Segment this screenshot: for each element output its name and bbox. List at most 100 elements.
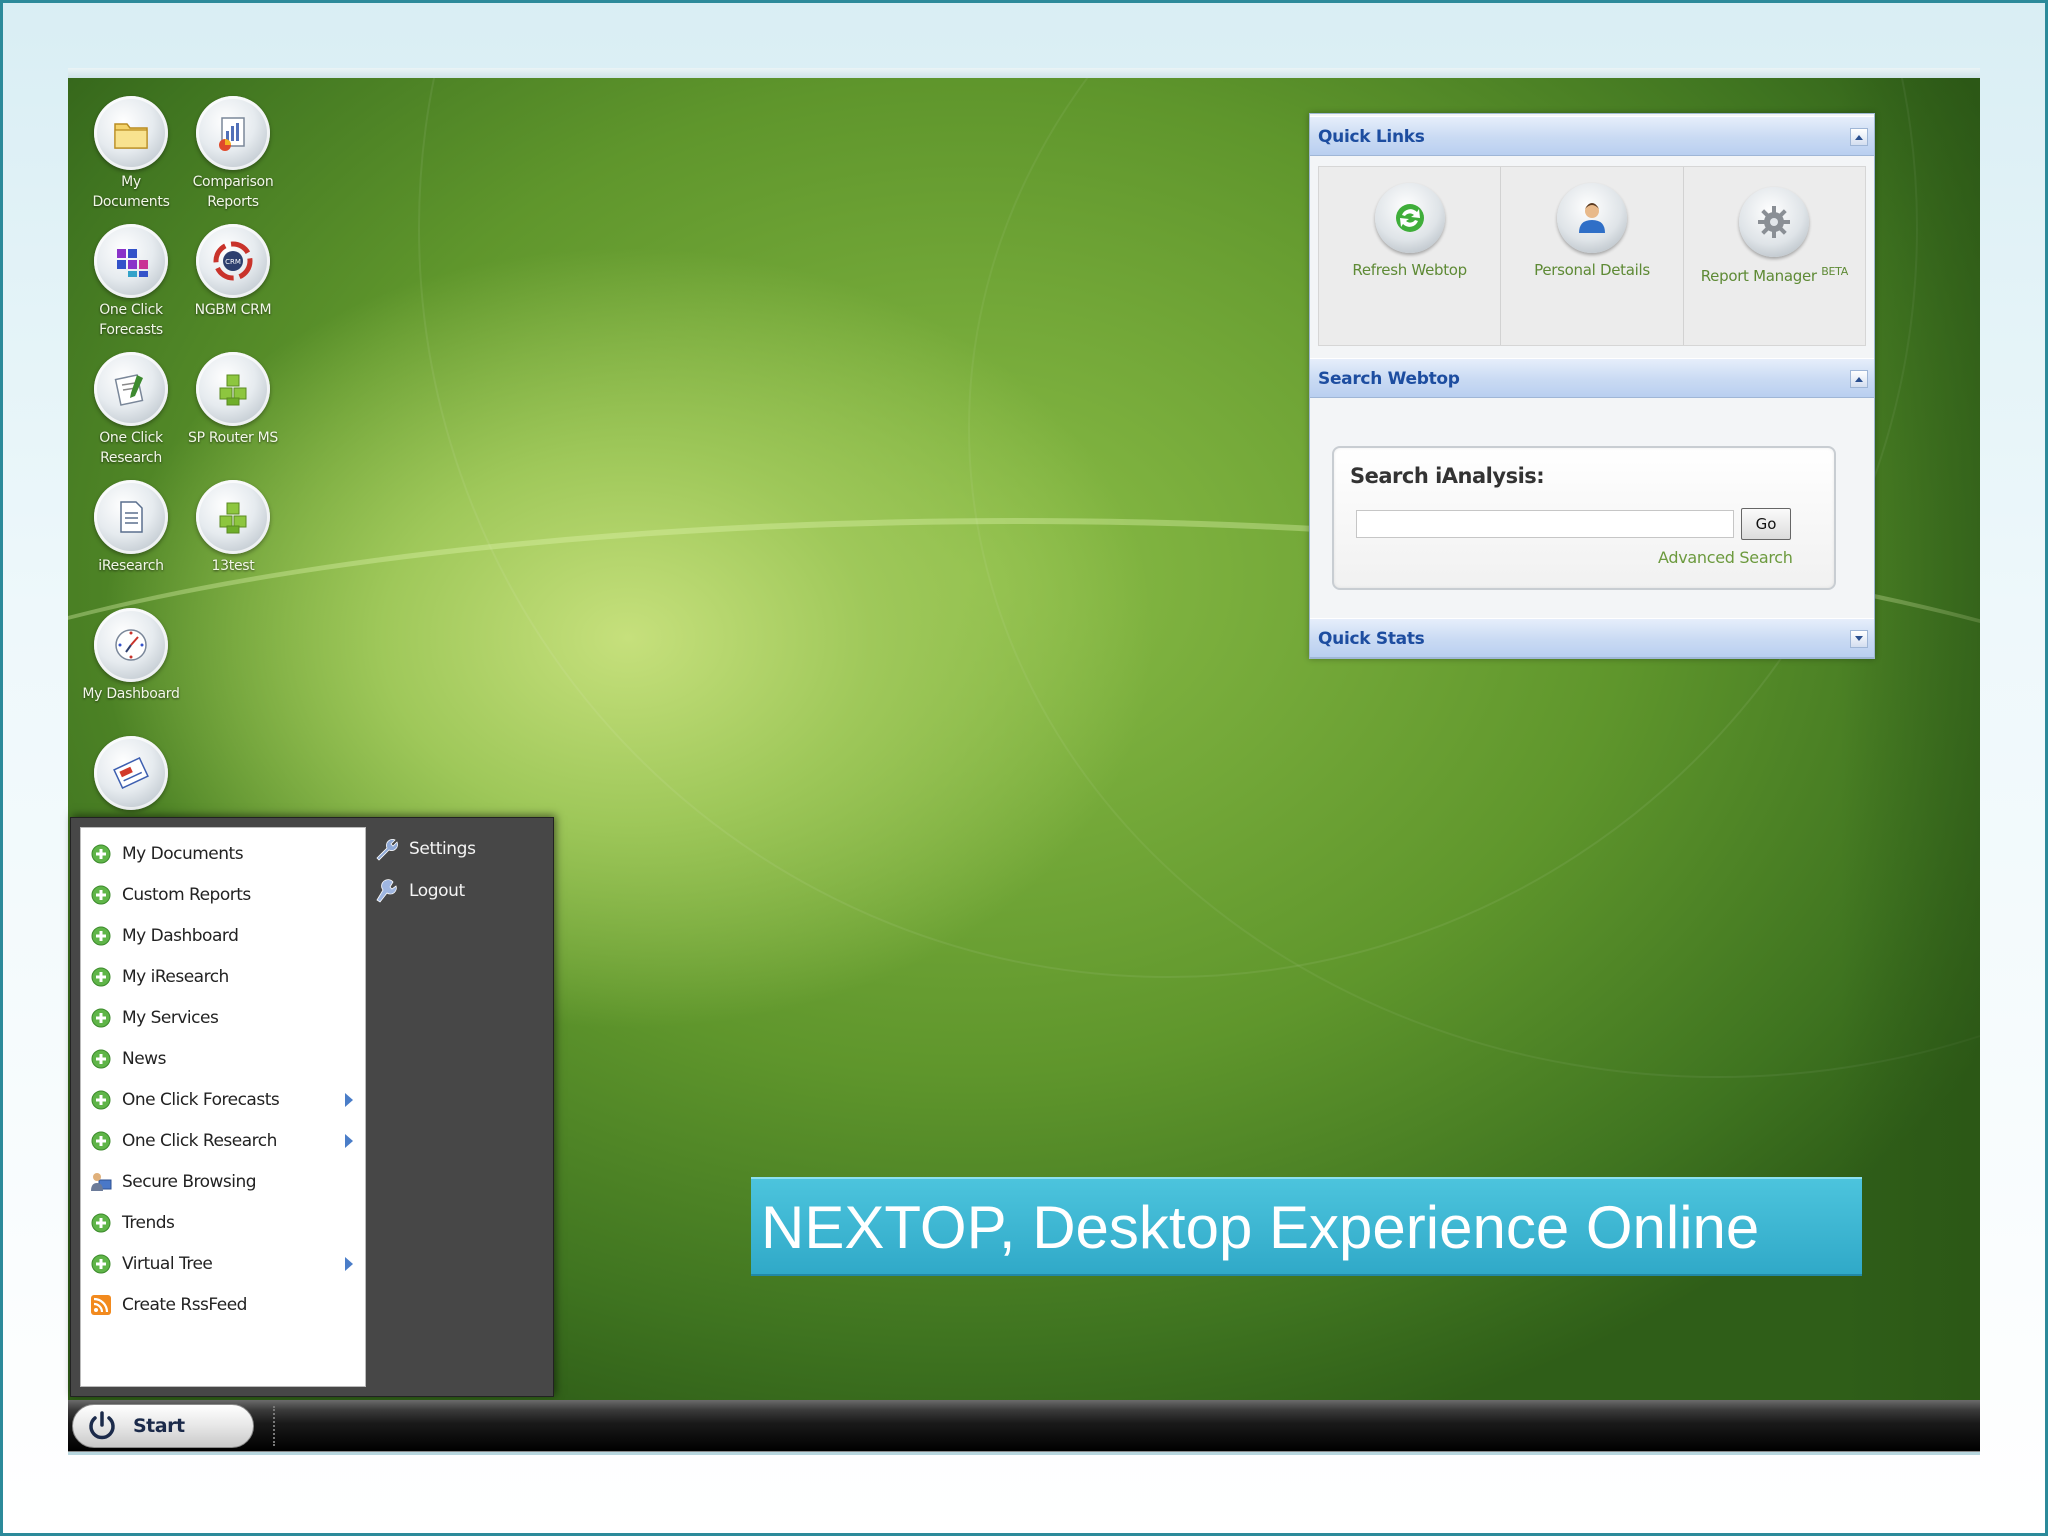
start-menu-item[interactable]: Create RssFeed [81,1285,367,1325]
desktop-icon-news[interactable] [81,736,181,812]
desktop-icon-sp-router-ms[interactable]: SP Router MS [183,352,283,448]
desktop-icon-label: SP Router MS [188,430,278,446]
title-banner: NEXTOP, Desktop Experience Online [751,1177,1862,1276]
quick-link-report-manager[interactable]: Report Manager BETA [1684,167,1865,345]
start-menu-item[interactable]: My Dashboard [81,916,367,956]
search-ianalysis-box: Search iAnalysis: Go Advanced Search [1332,446,1836,590]
start-menu-item-label: My Services [122,1008,219,1028]
desktop-icon-label: NGBM CRM [194,302,272,318]
refresh-icon [1374,183,1445,253]
start-menu-item-label: Virtual Tree [122,1254,213,1274]
quick-link-label: Refresh Webtop [1352,261,1467,279]
submenu-arrow-icon [345,1134,353,1148]
start-menu: My Documents Custom Reports My Dashboard My… [70,817,554,1397]
wrench-icon [376,839,398,861]
collapse-icon[interactable] [1850,128,1868,146]
desktop-icon-my-dashboard[interactable]: My Dashboard [81,608,181,704]
start-menu-item-label: Secure Browsing [122,1172,257,1192]
taskbar: Start [68,1400,1980,1452]
expand-icon[interactable] [1850,630,1868,648]
start-menu-item[interactable]: Custom Reports [81,875,367,915]
desktop-icon-one-click-forecasts[interactable]: One Click Forecasts [81,224,181,340]
desktop-icon-iresearch[interactable]: iResearch [81,480,181,576]
search-input[interactable] [1356,510,1734,538]
green-plus-icon [90,1253,112,1275]
start-menu-item[interactable]: News [81,1039,367,1079]
desktop-icon-my-documents[interactable]: My Documents [81,96,181,212]
folder-icon [94,96,168,170]
desktop-icon-label: One Click Forecasts [99,302,163,338]
rss-icon [90,1294,112,1316]
start-label: Start [133,1415,185,1437]
go-button[interactable]: Go [1741,508,1791,540]
desktop-icon-label: One Click Research [99,430,163,466]
gear-icon [1739,187,1810,257]
widget-panel: Quick Links Refresh Webtop Personal Deta… [1309,113,1875,659]
quick-stats-header[interactable]: Quick Stats [1310,618,1874,658]
desktop-icon-label: 13test [211,558,255,574]
start-button[interactable]: Start [72,1404,254,1448]
green-plus-icon [90,884,112,906]
desktop-icon-label: Comparison Reports [192,174,274,210]
green-cubes-icon [196,480,270,554]
report-chart-icon [196,96,270,170]
green-plus-icon [90,843,112,865]
start-menu-item[interactable]: One Click Research [81,1121,367,1161]
desktop-icon-ngbm-crm[interactable]: CRM NGBM CRM [183,224,283,320]
settings-label: Settings [409,839,476,859]
desktop-icon-label: iResearch [98,558,164,574]
start-menu-programs: My Documents Custom Reports My Dashboard My… [80,827,366,1387]
start-menu-item-label: Trends [122,1213,175,1233]
quick-link-personal-details[interactable]: Personal Details [1501,167,1684,345]
desktop-icon-one-click-research[interactable]: One Click Research [81,352,181,468]
crm-icon: CRM [196,224,270,298]
taskbar-separator [273,1406,275,1446]
green-plus-icon [90,1212,112,1234]
start-menu-item-label: Custom Reports [122,885,251,905]
desktop-icon-comparison-reports[interactable]: Comparison Reports [183,96,283,212]
quick-link-refresh-webtop[interactable]: Refresh Webtop [1319,167,1502,345]
document-icon [94,480,168,554]
start-menu-item-label: My Documents [122,844,244,864]
start-menu-settings[interactable]: Settings [373,836,476,862]
start-menu-item[interactable]: My iResearch [81,957,367,997]
quick-links-header[interactable]: Quick Links [1310,116,1874,156]
collapse-icon[interactable] [1850,370,1868,388]
svg-text:CRM: CRM [225,258,241,266]
search-webtop-header[interactable]: Search Webtop [1310,358,1874,398]
green-cubes-icon [196,352,270,426]
desktop-icon-13test[interactable]: 13test [183,480,283,576]
start-menu-item[interactable]: One Click Forecasts [81,1080,367,1120]
quick-links-body: Refresh Webtop Personal Details Report M… [1318,166,1866,346]
desktop-icon-label: My Dashboard [82,686,180,702]
quick-link-label: Report Manager BETA [1684,265,1865,285]
quick-link-label: Personal Details [1534,261,1650,279]
start-menu-item-label: One Click Forecasts [122,1090,280,1110]
desktop-icon-label: My Documents [92,174,170,210]
green-plus-icon [90,966,112,988]
green-plus-icon [90,1007,112,1029]
advanced-search-link[interactable]: Advanced Search [1658,548,1793,567]
start-menu-logout[interactable]: Logout [373,878,465,904]
power-icon [89,1411,115,1440]
quick-links-title: Quick Links [1318,127,1425,147]
start-menu-item[interactable]: My Documents [81,834,367,874]
desktop-top-strip [68,68,1980,78]
search-title: Search iAnalysis: [1350,464,1545,488]
logout-label: Logout [409,881,465,901]
start-menu-item[interactable]: Trends [81,1203,367,1243]
start-menu-item-label: My iResearch [122,967,229,987]
start-menu-item-label: News [122,1049,166,1069]
submenu-arrow-icon [345,1093,353,1107]
user-computer-icon [90,1171,112,1193]
start-menu-item[interactable]: Secure Browsing [81,1162,367,1202]
start-menu-item-label: My Dashboard [122,926,239,946]
start-menu-item-label: One Click Research [122,1131,277,1151]
user-icon [1556,183,1627,253]
search-webtop-title: Search Webtop [1318,369,1460,389]
start-menu-item[interactable]: Virtual Tree [81,1244,367,1284]
compass-icon [94,608,168,682]
newspaper-icon [94,736,168,810]
green-plus-icon [90,1089,112,1111]
start-menu-item[interactable]: My Services [81,998,367,1038]
